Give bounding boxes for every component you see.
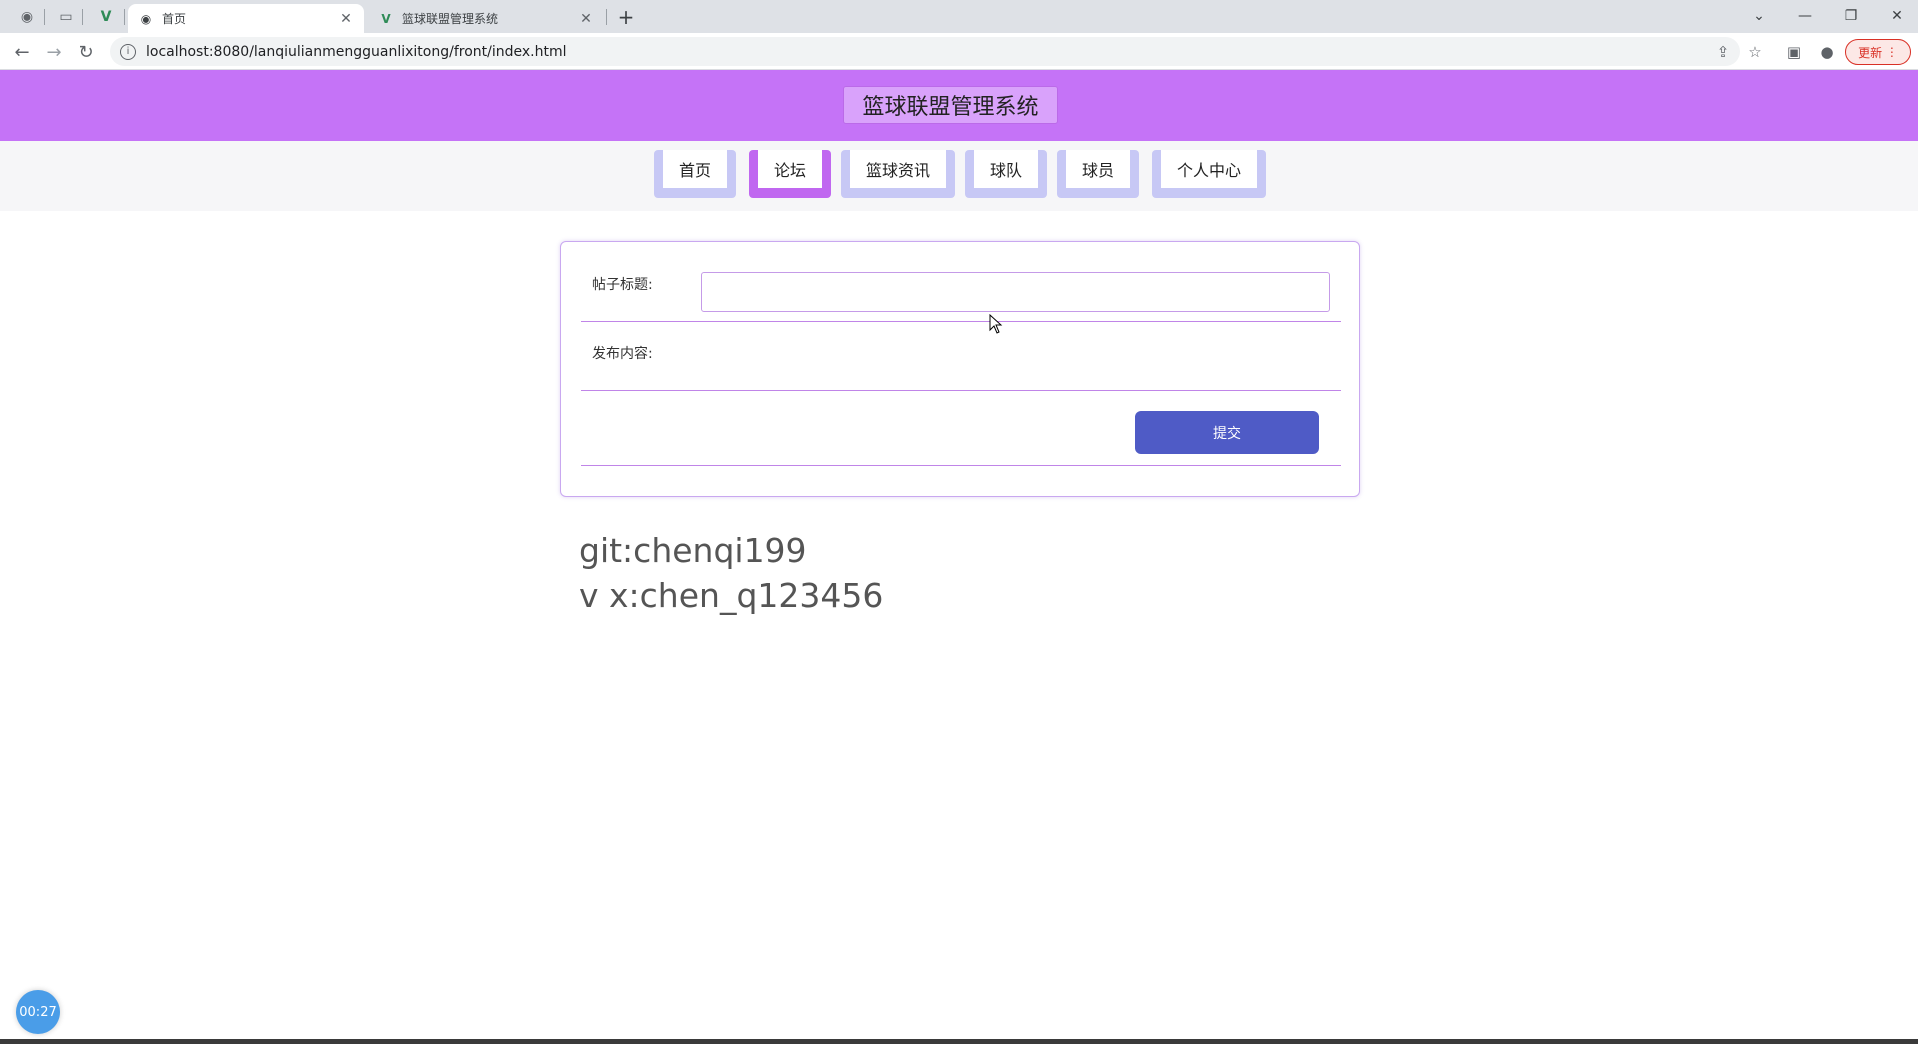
tab-separator xyxy=(124,9,125,25)
bookmark-star-icon[interactable]: ☆ xyxy=(1742,39,1768,65)
nav-item-label: 球队 xyxy=(974,150,1039,188)
globe-icon: ◉ xyxy=(140,11,152,26)
tab-separator xyxy=(44,9,45,25)
reload-icon[interactable]: ↻ xyxy=(72,38,100,66)
nav-item-label: 个人中心 xyxy=(1161,150,1258,188)
profile-icon[interactable]: ● xyxy=(1814,39,1840,65)
nav-item-label: 首页 xyxy=(663,150,728,188)
nav-item-players[interactable]: 球员 xyxy=(1057,150,1140,198)
recording-timer[interactable]: 00:27 xyxy=(16,990,60,1034)
credit-wechat: v x:chen_q123456 xyxy=(579,576,884,615)
update-button[interactable]: 更新 ⋮ xyxy=(1845,39,1911,65)
close-window-icon[interactable]: ✕ xyxy=(1874,2,1918,30)
submit-button[interactable]: 提交 xyxy=(1135,411,1319,454)
tab-system[interactable]: V 篮球联盟管理系统 ✕ xyxy=(368,4,604,33)
nav-item-label: 球员 xyxy=(1066,150,1131,188)
bottom-bar xyxy=(0,1039,1918,1044)
minimize-icon[interactable]: — xyxy=(1782,2,1828,30)
nav-item-teams[interactable]: 球队 xyxy=(965,150,1048,198)
nav-bar xyxy=(0,141,1918,211)
vue-icon: V xyxy=(381,11,391,26)
nav-item-label: 篮球资讯 xyxy=(850,150,947,188)
url-bar[interactable]: i localhost:8080/lanqiulianmengguanlixit… xyxy=(110,37,1740,66)
credit-git: git:chenqi199 xyxy=(579,531,807,570)
title-input[interactable] xyxy=(701,272,1330,312)
close-icon[interactable]: ✕ xyxy=(338,11,354,27)
form-row-title: 帖子标题: xyxy=(581,242,1341,322)
nav-item-forum[interactable]: 论坛 xyxy=(749,150,832,198)
browser-address-bar: ← → ↻ i localhost:8080/lanqiulianmenggua… xyxy=(0,33,1918,70)
site-header: 篮球联盟管理系统 xyxy=(0,70,1918,141)
tab-title: 篮球联盟管理系统 xyxy=(402,12,499,26)
globe-icon[interactable]: ◉ xyxy=(15,5,39,29)
mouse-cursor-icon xyxy=(989,314,1003,334)
nav-item-home[interactable]: 首页 xyxy=(654,150,737,198)
form-row-content: 发布内容: xyxy=(581,322,1341,391)
forward-icon[interactable]: → xyxy=(40,38,68,66)
restore-icon[interactable]: ❐ xyxy=(1828,2,1874,30)
nav-item-news[interactable]: 篮球资讯 xyxy=(841,150,956,198)
browser-tab-bar: ◉ ▭ V ◉ 首页 ✕ V 篮球联盟管理系统 ✕ + ⌄ — ❐ ✕ xyxy=(0,0,1918,33)
side-panel-icon[interactable]: ▣ xyxy=(1781,39,1807,65)
close-icon[interactable]: ✕ xyxy=(578,11,594,27)
tab-separator xyxy=(82,9,83,25)
tab-home[interactable]: ◉ 首页 ✕ xyxy=(128,4,364,33)
post-form-card: 帖子标题: 发布内容: 提交 xyxy=(560,241,1360,497)
url-text: localhost:8080/lanqiulianmengguanlixiton… xyxy=(146,43,567,60)
site-title: 篮球联盟管理系统 xyxy=(843,86,1058,124)
new-tab-icon[interactable]: + xyxy=(614,5,638,29)
nav-item-profile[interactable]: 个人中心 xyxy=(1152,150,1267,198)
nav-item-label: 论坛 xyxy=(758,150,823,188)
info-icon[interactable]: i xyxy=(120,43,136,60)
title-label: 帖子标题: xyxy=(592,277,653,293)
tab-search-icon[interactable]: ⌄ xyxy=(1736,2,1782,30)
share-icon[interactable]: ⇪ xyxy=(1710,39,1736,65)
tab-title: 首页 xyxy=(162,12,187,26)
tab-separator xyxy=(606,9,607,25)
submit-label: 提交 xyxy=(1213,425,1241,442)
content-label: 发布内容: xyxy=(592,346,653,362)
back-icon[interactable]: ← xyxy=(8,38,36,66)
blank-tab-icon[interactable]: ▭ xyxy=(54,5,78,29)
vue-icon[interactable]: V xyxy=(94,5,118,29)
page-content: 篮球联盟管理系统 首页 论坛 篮球资讯 球队 球员 个人中心 帖子标题: 发布内… xyxy=(0,70,1918,1044)
update-label: 更新 xyxy=(1858,45,1883,60)
